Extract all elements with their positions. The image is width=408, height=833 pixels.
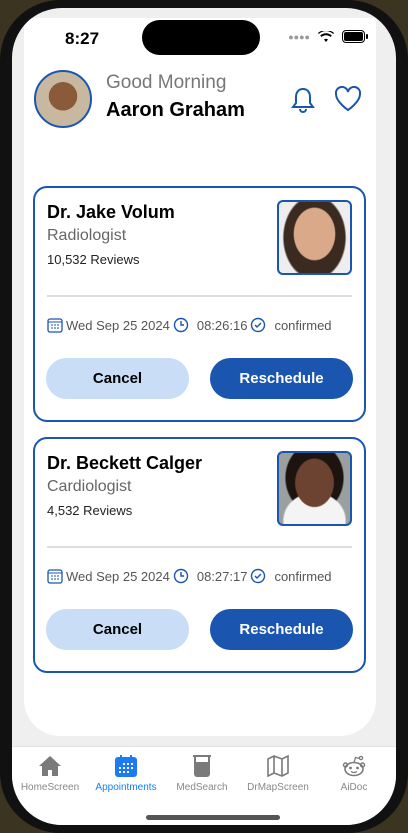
appointment-date: Wed Sep 25 2024 xyxy=(66,317,170,333)
tab-aidoc[interactable]: AiDoc xyxy=(316,753,392,793)
cancel-button[interactable]: Cancel xyxy=(46,358,189,399)
status-bar: 8:27 ●●●● xyxy=(12,8,396,58)
doctor-name: Dr. Jake Volum xyxy=(47,202,175,222)
check-circle-icon xyxy=(251,317,266,333)
status-time: 8:27 xyxy=(65,29,100,48)
tab-drmapscreen[interactable]: DrMapScreen xyxy=(240,753,316,793)
screen: 8:27 ●●●● Good Morning Aaron Graham Dr. … xyxy=(12,8,396,825)
calendar-icon xyxy=(47,318,63,333)
appointment-card: Dr. Beckett Calger Cardiologist 4,532 Re… xyxy=(33,437,366,673)
home-indicator xyxy=(146,815,280,820)
clock-icon xyxy=(173,568,189,584)
divider xyxy=(47,295,352,297)
calendar-icon xyxy=(115,755,137,777)
greeting: Good Morning xyxy=(106,72,227,93)
user-avatar[interactable] xyxy=(34,70,92,128)
beaker-icon xyxy=(193,755,211,777)
tab-bar: HomeScreen Appointments MedSearch DrMapS… xyxy=(12,746,396,825)
appointment-status: confirmed xyxy=(274,568,332,584)
doctor-photo xyxy=(277,200,352,275)
signal-icon: ●●●● xyxy=(288,31,310,42)
tab-appointments[interactable]: Appointments xyxy=(88,753,164,793)
clock-icon xyxy=(173,317,189,333)
wifi-icon xyxy=(318,30,334,42)
appointment-date: Wed Sep 25 2024 xyxy=(66,568,170,584)
appointment-status: confirmed xyxy=(274,317,332,333)
check-circle-icon xyxy=(251,568,266,584)
tab-medsearch[interactable]: MedSearch xyxy=(164,753,240,793)
bell-icon[interactable] xyxy=(290,86,316,114)
reschedule-button[interactable]: Reschedule xyxy=(210,358,353,399)
appointment-time: 08:26:16 xyxy=(196,317,248,333)
doctor-specialty: Cardiologist xyxy=(47,478,132,495)
reddit-robot-icon xyxy=(342,755,366,777)
doctor-photo xyxy=(277,451,352,526)
home-icon xyxy=(39,756,61,776)
review-count: 10,532 Reviews xyxy=(47,252,140,267)
appointment-card: Dr. Jake Volum Radiologist 10,532 Review… xyxy=(33,186,366,422)
user-name: Aaron Graham xyxy=(106,99,245,121)
battery-icon xyxy=(342,30,368,43)
review-count: 4,532 Reviews xyxy=(47,503,133,518)
tab-homescreen[interactable]: HomeScreen xyxy=(12,753,88,793)
calendar-icon xyxy=(47,569,63,584)
appointment-time: 08:27:17 xyxy=(196,568,248,584)
doctor-specialty: Radiologist xyxy=(47,227,127,244)
reschedule-button[interactable]: Reschedule xyxy=(210,609,353,650)
heart-icon[interactable] xyxy=(334,86,362,112)
doctor-name: Dr. Beckett Calger xyxy=(47,453,203,473)
cancel-button[interactable]: Cancel xyxy=(46,609,189,650)
divider xyxy=(47,546,352,548)
phone-frame: 8:27 ●●●● Good Morning Aaron Graham Dr. … xyxy=(0,0,408,833)
map-icon xyxy=(267,755,289,777)
dynamic-island xyxy=(142,20,260,55)
